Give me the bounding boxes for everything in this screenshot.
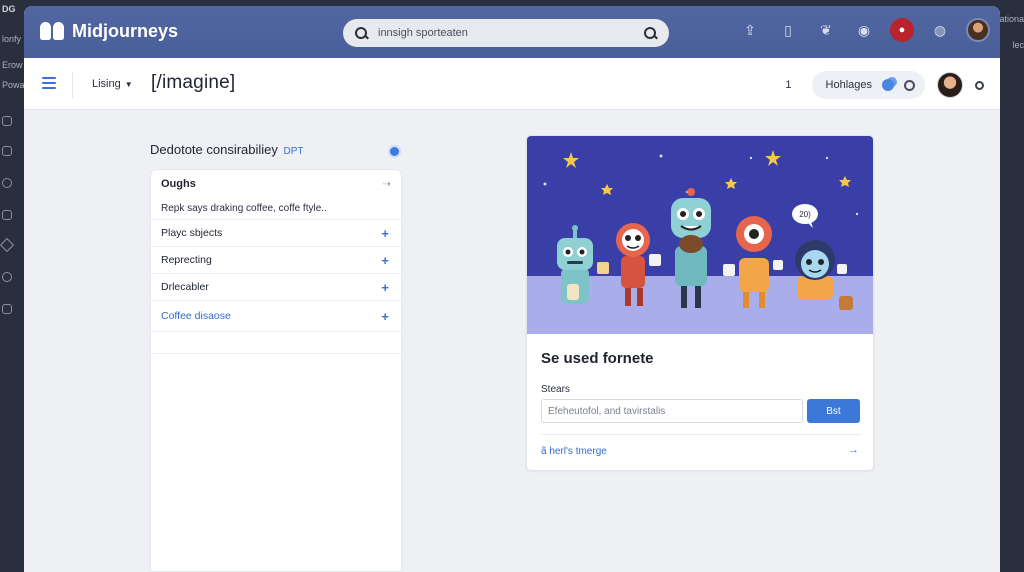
- list-header: Oughs ⇢: [151, 170, 401, 198]
- list-description: Repk says draking coffee, coffe ftyle..: [151, 198, 401, 220]
- command-header: Lising ▼ [/imagine] 1 Hohlages: [24, 58, 1000, 110]
- record-icon[interactable]: ●: [890, 18, 914, 42]
- bg-icon: [2, 116, 12, 126]
- header-actions: 1 Hohlages: [785, 71, 984, 99]
- collapse-icon[interactable]: ⇢: [383, 179, 391, 190]
- list-item[interactable]: Reprecting +: [151, 247, 401, 274]
- robots-coffee-illustration: 20): [527, 136, 873, 334]
- list-item-label: Playc sbjects: [161, 227, 223, 239]
- list-item-label: Coffee disaose: [161, 310, 231, 322]
- user-avatar[interactable]: [966, 18, 990, 42]
- input-value: Efeheutofol, and tavirstalis: [548, 405, 666, 417]
- bg-text: lec: [1012, 40, 1024, 50]
- bg-icon: [2, 304, 12, 314]
- list-item[interactable]: Playc sbjects +: [151, 220, 401, 247]
- search-icon: [355, 26, 368, 40]
- divider: [541, 434, 861, 435]
- top-app-bar: Midjourneys innsigh sporteaten ⇪ ▯ ❦ ◉ ●…: [24, 6, 1000, 58]
- status-icon[interactable]: [975, 80, 984, 90]
- bg-text: ationa: [999, 14, 1024, 24]
- profile-avatar[interactable]: [937, 72, 963, 98]
- bg-icon: [2, 272, 12, 282]
- hohlages-pill[interactable]: Hohlages: [811, 71, 925, 99]
- bg-icon: [2, 210, 12, 220]
- list-item[interactable]: Drlecabler +: [151, 274, 401, 301]
- bg-text: Powa: [2, 80, 25, 90]
- upload-icon[interactable]: ⇪: [738, 18, 762, 42]
- app-window: Midjourneys innsigh sporteaten ⇪ ▯ ❦ ◉ ●…: [24, 6, 1000, 572]
- list-header-label: Oughs: [161, 178, 196, 190]
- settings-swirl-icon[interactable]: ❦: [814, 18, 838, 42]
- card-title: Se used fornete: [541, 350, 654, 367]
- bg-text: Erow: [2, 60, 23, 70]
- list-item-empty: [151, 332, 401, 354]
- topbar-icons: ⇪ ▯ ❦ ◉ ● ◍: [738, 18, 990, 42]
- divider: [72, 72, 73, 98]
- bg-icon: [2, 178, 12, 188]
- brand-name: Midjourneys: [72, 20, 179, 41]
- text-input[interactable]: Efeheutofol, and tavirstalis: [541, 399, 803, 423]
- brand[interactable]: Midjourneys: [40, 20, 178, 42]
- globe-icon[interactable]: ◍: [928, 18, 952, 42]
- plus-icon[interactable]: +: [381, 253, 389, 268]
- midjourney-logo-icon: [40, 20, 66, 42]
- command-title: [/imagine]: [151, 72, 236, 93]
- speech-bubble-text: 20): [799, 210, 811, 219]
- search-bar[interactable]: innsigh sporteaten: [343, 19, 669, 47]
- panel-title-tag: DPT: [283, 146, 304, 157]
- pill-label: Hohlages: [825, 79, 872, 91]
- list-item-label: Reprecting: [161, 254, 212, 266]
- info-icon[interactable]: [390, 147, 399, 156]
- bookmark-icon[interactable]: ▯: [776, 18, 800, 42]
- panel-title-text: Dedotote consirabiliey: [150, 142, 278, 157]
- card-link[interactable]: ã herl's tmerge: [541, 446, 607, 457]
- panel-title: Dedotote consirabiliey DPT: [150, 142, 304, 157]
- bg-icon: [0, 237, 15, 253]
- search-submit-icon[interactable]: [644, 26, 657, 40]
- arrow-right-icon[interactable]: →: [848, 444, 859, 456]
- options-list: Oughs ⇢ Repk says draking coffee, coffe …: [150, 169, 402, 572]
- circle-icon[interactable]: [904, 79, 915, 91]
- menu-icon[interactable]: [42, 77, 56, 89]
- submit-button[interactable]: Bst: [807, 399, 860, 423]
- chevron-down-icon: ▼: [124, 79, 133, 89]
- field-label: Stears: [541, 384, 570, 395]
- count-badge: 1: [785, 79, 792, 91]
- molecule-icon[interactable]: [882, 79, 894, 91]
- listing-label: Lising: [92, 78, 121, 90]
- search-input[interactable]: innsigh sporteaten: [378, 27, 634, 39]
- plus-icon[interactable]: +: [381, 226, 389, 241]
- location-icon[interactable]: ◉: [852, 18, 876, 42]
- list-item-label: Drlecabler: [161, 281, 209, 293]
- list-item-link[interactable]: Coffee disaose +: [151, 301, 401, 332]
- plus-icon[interactable]: +: [381, 309, 389, 324]
- result-card: 20) Se used fornete Stears Efeheutofol, …: [526, 135, 874, 471]
- plus-icon[interactable]: +: [381, 280, 389, 295]
- bg-text: DG: [2, 4, 16, 14]
- bg-text: lonfy: [2, 34, 22, 44]
- listing-dropdown[interactable]: Lising ▼: [92, 78, 133, 90]
- background-left-strip: DG lonfy Erow Powa: [0, 0, 25, 572]
- bg-icon: [2, 146, 12, 156]
- background-right-strip: ationa lec: [999, 0, 1024, 572]
